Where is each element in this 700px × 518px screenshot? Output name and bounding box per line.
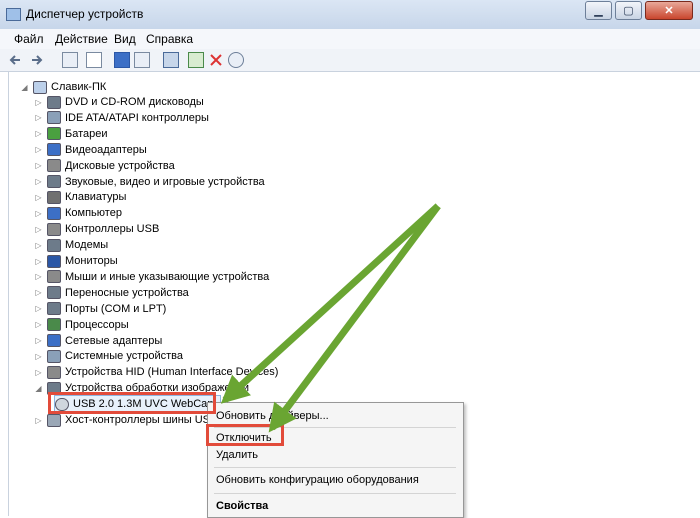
arrow-to-webcam: [220, 203, 441, 404]
annotation-arrows: [220, 203, 441, 433]
arrow-to-disable: [268, 203, 441, 433]
